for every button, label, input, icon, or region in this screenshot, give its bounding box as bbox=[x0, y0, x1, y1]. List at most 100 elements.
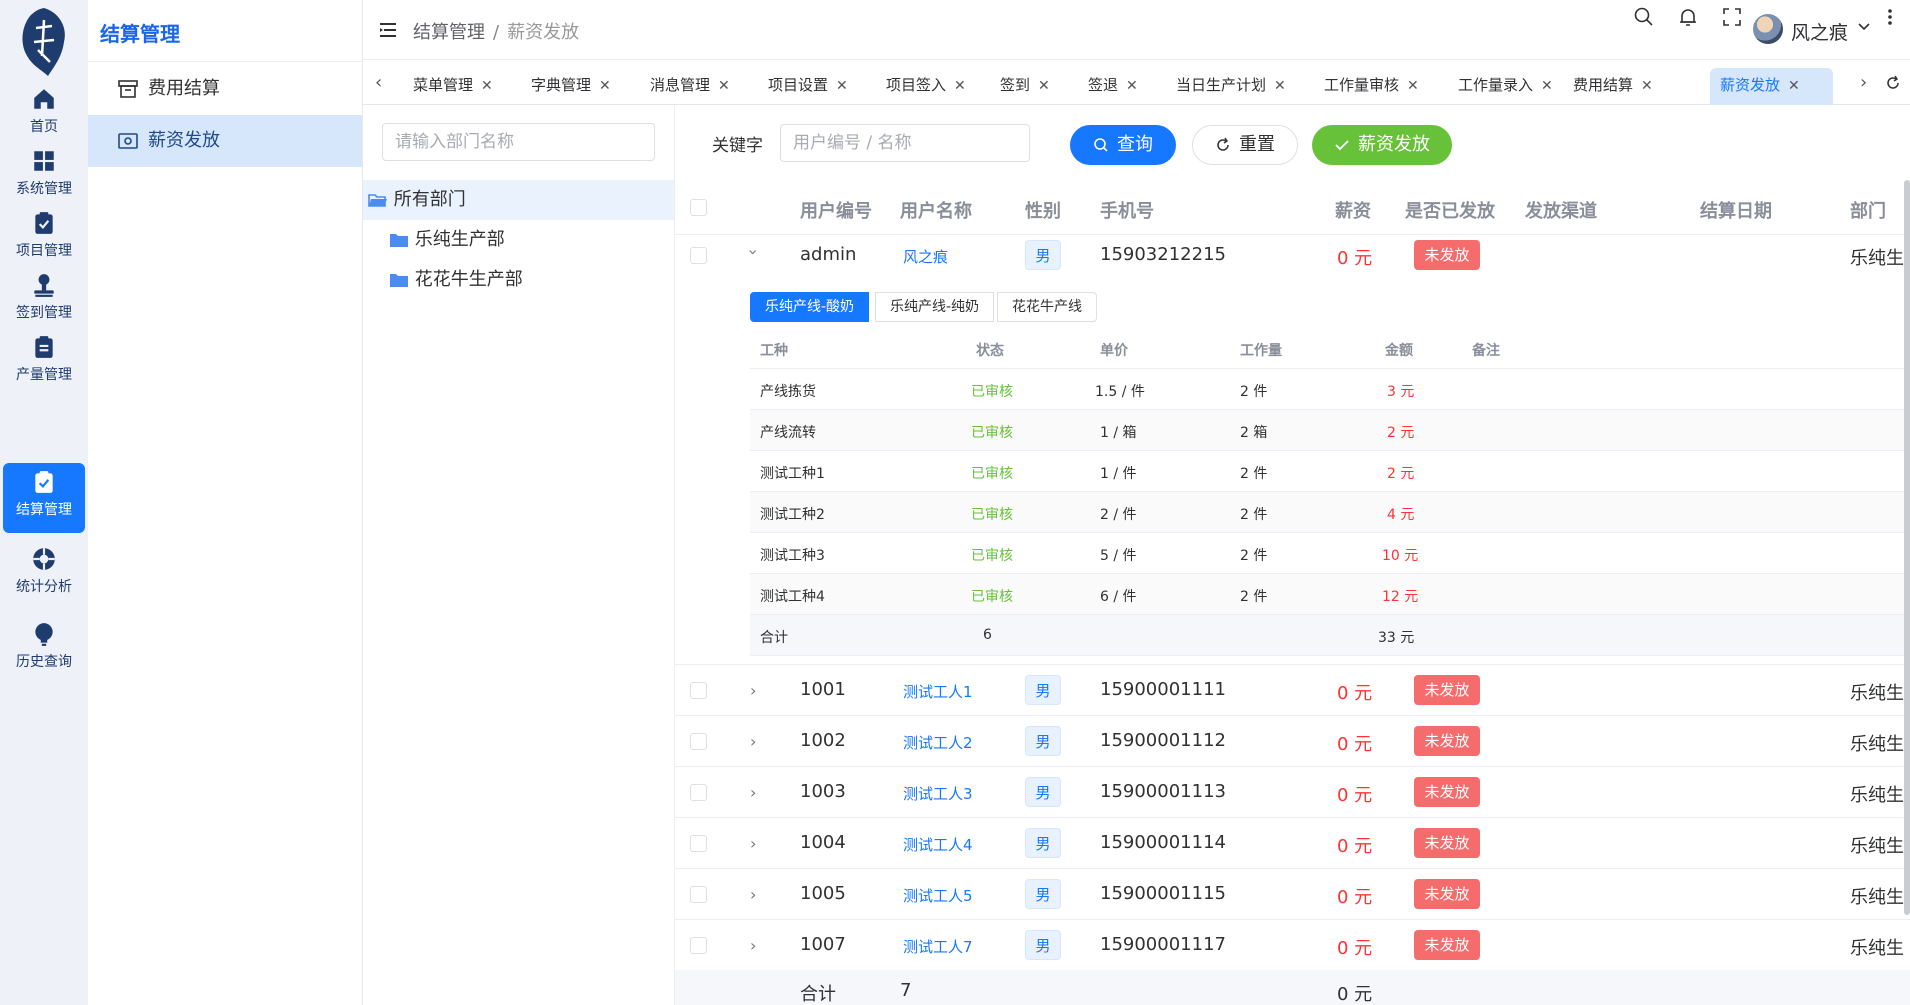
segment-lechun-yogurt[interactable]: 乐纯产线-酸奶 bbox=[750, 292, 870, 322]
row-checkbox[interactable] bbox=[690, 733, 707, 750]
menu-toggle-icon[interactable] bbox=[379, 22, 397, 38]
tab-project-signin[interactable]: 项目签入 ✕ bbox=[876, 68, 976, 105]
close-icon[interactable]: ✕ bbox=[481, 78, 493, 94]
tree-node-huahuaniu[interactable]: 花花牛生产部 bbox=[363, 260, 674, 300]
chevron-right-icon[interactable]: › bbox=[750, 834, 762, 853]
dept-search-input[interactable]: 请输入部门名称 bbox=[382, 123, 655, 161]
user-name-link[interactable]: 测试工人4 bbox=[903, 834, 973, 855]
user-name-link[interactable]: 风之痕 bbox=[903, 246, 948, 267]
tab-workload-review[interactable]: 工作量审核 ✕ bbox=[1314, 68, 1429, 105]
user-name-link[interactable]: 测试工人5 bbox=[903, 885, 973, 906]
reset-button[interactable]: 重置 bbox=[1192, 125, 1298, 165]
tab-fee-settlement[interactable]: 费用结算 ✕ bbox=[1563, 68, 1663, 105]
submenu-item-salary[interactable]: 薪资发放 bbox=[88, 115, 362, 167]
row-checkbox[interactable] bbox=[690, 886, 707, 903]
column-header[interactable]: 用户名称 bbox=[900, 197, 972, 223]
close-icon[interactable]: ✕ bbox=[954, 78, 966, 94]
gender-tag: 男 bbox=[1025, 777, 1061, 807]
close-icon[interactable]: ✕ bbox=[836, 78, 848, 94]
table-row[interactable]: › admin 风之痕 男 15903212215 0 元 未发放 乐纯生 bbox=[675, 230, 1910, 281]
rail-item-history[interactable]: 历史查询 bbox=[3, 615, 85, 685]
rail-item-output[interactable]: 产量管理 bbox=[3, 328, 85, 398]
user-name[interactable]: 风之痕 bbox=[1791, 18, 1848, 45]
query-button[interactable]: 查询 bbox=[1070, 125, 1176, 165]
column-header[interactable]: 手机号 bbox=[1100, 197, 1154, 223]
table-row[interactable]: › 1004 测试工人4 男 15900001114 0 元 未发放 乐纯生 bbox=[675, 818, 1910, 869]
column-header[interactable]: 结算日期 bbox=[1700, 197, 1772, 223]
bell-icon[interactable] bbox=[1677, 6, 1699, 28]
tab-checkin[interactable]: 签到 ✕ bbox=[990, 68, 1060, 105]
rail-item-checkin[interactable]: 签到管理 bbox=[3, 266, 85, 336]
row-checkbox[interactable] bbox=[690, 835, 707, 852]
fullscreen-icon[interactable] bbox=[1721, 6, 1743, 28]
column-header[interactable]: 用户编号 bbox=[800, 197, 872, 223]
avatar[interactable] bbox=[1753, 14, 1783, 44]
keyword-input[interactable]: 用户编号 / 名称 bbox=[780, 124, 1030, 162]
close-icon[interactable]: ✕ bbox=[1641, 78, 1653, 94]
table-row[interactable]: › 1007 测试工人7 男 15900001117 0 元 未发放 乐纯生 bbox=[675, 920, 1910, 971]
table-row[interactable]: › 1003 测试工人3 男 15900001113 0 元 未发放 乐纯生 bbox=[675, 767, 1910, 818]
column-header[interactable]: 性别 bbox=[1025, 197, 1061, 223]
tab-salary[interactable]: 薪资发放 ✕ bbox=[1710, 68, 1833, 105]
rail-item-settlement[interactable]: 结算管理 bbox=[3, 463, 85, 533]
close-icon[interactable]: ✕ bbox=[1126, 78, 1138, 94]
tab-dict-mgmt[interactable]: 字典管理 ✕ bbox=[521, 68, 621, 105]
total-salary: 0 元 bbox=[1337, 984, 1373, 1005]
tree-node-lechun[interactable]: 乐纯生产部 bbox=[363, 220, 674, 260]
column-header[interactable]: 薪资 bbox=[1335, 197, 1371, 223]
column-header[interactable]: 发放渠道 bbox=[1525, 197, 1597, 223]
chevron-right-icon[interactable]: › bbox=[750, 681, 762, 700]
clipboard-list-icon bbox=[35, 336, 53, 358]
rail-item-project[interactable]: 项目管理 bbox=[3, 204, 85, 274]
tab-message-mgmt[interactable]: 消息管理 ✕ bbox=[640, 68, 740, 105]
close-icon[interactable]: ✕ bbox=[1407, 78, 1419, 94]
chevron-right-icon[interactable]: › bbox=[750, 885, 762, 904]
chevron-down-icon[interactable] bbox=[1857, 20, 1871, 34]
close-icon[interactable]: ✕ bbox=[1788, 78, 1800, 94]
chevron-down-icon[interactable]: › bbox=[744, 249, 763, 261]
chevron-right-icon[interactable]: › bbox=[750, 732, 762, 751]
user-name-link[interactable]: 测试工人3 bbox=[903, 783, 973, 804]
row-checkbox[interactable] bbox=[690, 682, 707, 699]
tab-workload-entry[interactable]: 工作量录入 ✕ bbox=[1448, 68, 1563, 105]
rail-item-home[interactable]: 首页 bbox=[3, 80, 85, 150]
lightbulb-icon bbox=[35, 623, 53, 646]
table-row[interactable]: › 1005 测试工人5 男 15900001115 0 元 未发放 乐纯生 bbox=[675, 869, 1910, 920]
close-icon[interactable]: ✕ bbox=[1038, 78, 1050, 94]
close-icon[interactable]: ✕ bbox=[1274, 78, 1286, 94]
rail-item-system[interactable]: 系统管理 bbox=[3, 142, 85, 212]
breadcrumb-item[interactable]: 结算管理 bbox=[413, 22, 485, 43]
tree-node-all[interactable]: 所有部门 bbox=[363, 180, 674, 220]
close-icon[interactable]: ✕ bbox=[718, 78, 730, 94]
vertical-scrollbar[interactable] bbox=[1904, 180, 1910, 915]
search-icon[interactable] bbox=[1633, 6, 1655, 28]
pay-salary-button[interactable]: 薪资发放 bbox=[1312, 125, 1452, 165]
user-name-link[interactable]: 测试工人2 bbox=[903, 732, 973, 753]
refresh-icon[interactable] bbox=[1885, 75, 1901, 91]
segment-huahuaniu[interactable]: 花花牛产线 bbox=[997, 292, 1097, 322]
tab-daily-plan[interactable]: 当日生产计划 ✕ bbox=[1166, 68, 1296, 105]
tab-checkout[interactable]: 签退 ✕ bbox=[1078, 68, 1148, 105]
tab-menu-mgmt[interactable]: 菜单管理 ✕ bbox=[403, 68, 503, 105]
tab-project-settings[interactable]: 项目设置 ✕ bbox=[758, 68, 858, 105]
row-checkbox[interactable] bbox=[690, 784, 707, 801]
column-header[interactable]: 部门 bbox=[1850, 197, 1886, 223]
table-row[interactable]: › 1001 测试工人1 男 15900001111 0 元 未发放 乐纯生 bbox=[675, 665, 1910, 716]
segment-lechun-milk[interactable]: 乐纯产线-纯奶 bbox=[875, 292, 995, 322]
rail-item-stats[interactable]: 统计分析 bbox=[3, 540, 85, 610]
tab-scroll-right-icon[interactable]: › bbox=[1860, 72, 1867, 93]
chevron-right-icon[interactable]: › bbox=[750, 936, 762, 955]
more-vertical-icon[interactable] bbox=[1885, 6, 1895, 28]
select-all-checkbox[interactable] bbox=[690, 199, 707, 216]
user-name-link[interactable]: 测试工人7 bbox=[903, 936, 973, 957]
close-icon[interactable]: ✕ bbox=[599, 78, 611, 94]
submenu-item-fee-settlement[interactable]: 费用结算 bbox=[88, 63, 362, 115]
close-icon[interactable]: ✕ bbox=[1541, 78, 1553, 94]
row-checkbox[interactable] bbox=[690, 247, 707, 264]
table-row[interactable]: › 1002 测试工人2 男 15900001112 0 元 未发放 乐纯生 bbox=[675, 716, 1910, 767]
user-name-link[interactable]: 测试工人1 bbox=[903, 681, 973, 702]
tab-scroll-left-icon[interactable]: ‹ bbox=[375, 72, 382, 93]
row-checkbox[interactable] bbox=[690, 937, 707, 954]
column-header[interactable]: 是否已发放 bbox=[1405, 197, 1495, 223]
chevron-right-icon[interactable]: › bbox=[750, 783, 762, 802]
